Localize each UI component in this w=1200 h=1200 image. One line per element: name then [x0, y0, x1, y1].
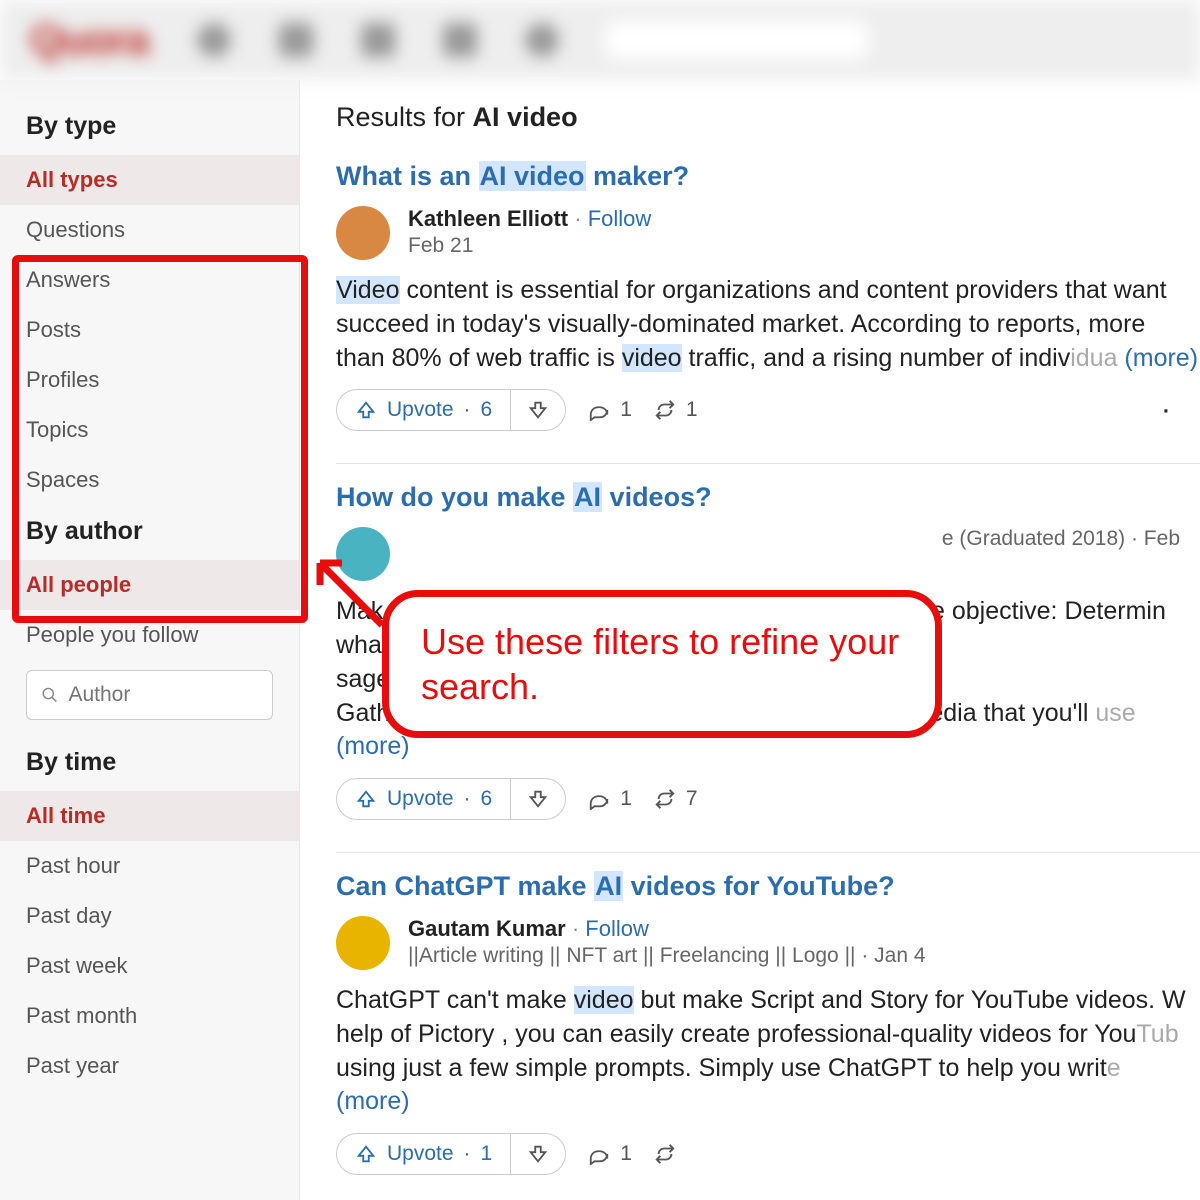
filter-type-questions[interactable]: Questions [0, 205, 299, 255]
author-link[interactable]: Gautam Kumar [408, 916, 566, 941]
downvote-button[interactable] [511, 391, 565, 429]
upvote-button[interactable]: Upvote · 6 [337, 779, 511, 819]
follow-link[interactable]: Follow [588, 206, 652, 231]
filter-author-all[interactable]: All people [0, 560, 299, 610]
share-button[interactable]: 1 [654, 398, 698, 422]
separator-dot: · [574, 206, 587, 231]
vote-pill: Upvote · 1 [336, 1133, 566, 1175]
vote-pill: Upvote · 6 [336, 389, 566, 431]
brand-logo: Quora [30, 16, 149, 64]
answer-snippet: Video content is essential for organizat… [336, 274, 1200, 375]
upvote-count: 1 [481, 1142, 493, 1166]
spaces-icon [443, 23, 477, 57]
global-search [607, 21, 867, 59]
result-title-link[interactable]: How do you make AI videos? [336, 482, 1200, 513]
upvote-button[interactable]: Upvote · 1 [337, 1134, 511, 1174]
filter-type-all[interactable]: All types [0, 155, 299, 205]
separator-dot: · [572, 916, 585, 941]
share-count: 1 [686, 398, 698, 422]
comments-button[interactable]: 1 [588, 398, 632, 422]
search-result: What is an AI video maker? Kathleen Elli… [336, 161, 1200, 431]
upvote-count: 6 [481, 398, 493, 422]
answer-snippet: Mak the objective: Determin wha sage you… [336, 595, 1200, 764]
share-count: 7 [686, 787, 698, 811]
filter-sidebar: By type All types Questions Answers Post… [0, 80, 300, 1200]
answer-snippet: ChatGPT can't make video but make Script… [336, 984, 1200, 1119]
author-search-input[interactable] [68, 683, 258, 707]
filter-heading-author: By author [0, 505, 299, 560]
filter-heading-time: By time [0, 736, 299, 791]
avatar[interactable] [336, 206, 390, 260]
comments-button[interactable]: 1 [588, 787, 632, 811]
avatar[interactable] [336, 916, 390, 970]
divider [336, 463, 1200, 464]
comment-icon [588, 788, 610, 810]
filter-time-day[interactable]: Past day [0, 891, 299, 941]
filter-time-all[interactable]: All time [0, 791, 299, 841]
comment-icon [588, 1143, 610, 1165]
search-result: How do you make AI videos? . e (Graduate… [336, 482, 1200, 820]
comments-button[interactable]: 1 [588, 1142, 632, 1166]
share-button[interactable] [654, 1143, 676, 1165]
share-button[interactable]: 7 [654, 787, 698, 811]
results-prefix: Results for [336, 102, 473, 132]
upvote-icon [355, 399, 377, 421]
filter-type-topics[interactable]: Topics [0, 405, 299, 455]
upvote-icon [355, 788, 377, 810]
results-query: AI video [473, 102, 578, 132]
divider [336, 852, 1200, 853]
comment-count: 1 [620, 1142, 632, 1166]
follow-link[interactable]: Follow [585, 916, 649, 941]
results-panel: Results for AI video What is an AI video… [300, 80, 1200, 1200]
notifications-icon [525, 23, 559, 57]
comment-count: 1 [620, 787, 632, 811]
filter-author-following[interactable]: People you follow [0, 610, 299, 660]
results-heading: Results for AI video [336, 102, 1200, 133]
filter-time-week[interactable]: Past week [0, 941, 299, 991]
comment-icon [588, 399, 610, 421]
result-title-link[interactable]: What is an AI video maker? [336, 161, 1200, 192]
downvote-icon [527, 1143, 549, 1165]
author-search-box[interactable] [26, 670, 273, 720]
upvote-count: 6 [481, 787, 493, 811]
share-icon [654, 788, 676, 810]
post-date: Feb 21 [408, 234, 651, 258]
filter-time-hour[interactable]: Past hour [0, 841, 299, 891]
downvote-button[interactable] [511, 780, 565, 818]
avatar[interactable] [336, 527, 390, 581]
search-result: Can ChatGPT make AI videos for YouTube? … [336, 871, 1200, 1175]
filter-time-year[interactable]: Past year [0, 1041, 299, 1091]
filter-type-answers[interactable]: Answers [0, 255, 299, 305]
filter-type-posts[interactable]: Posts [0, 305, 299, 355]
top-nav: Quora [0, 0, 1200, 80]
filter-type-spaces[interactable]: Spaces [0, 455, 299, 505]
filter-heading-type: By type [0, 100, 299, 155]
more-menu[interactable]: · [1163, 396, 1170, 424]
downvote-icon [527, 399, 549, 421]
filter-time-month[interactable]: Past month [0, 991, 299, 1041]
comment-count: 1 [620, 398, 632, 422]
vote-pill: Upvote · 6 [336, 778, 566, 820]
answer-icon [361, 23, 395, 57]
author-credential: e (Graduated 2018) · Feb [942, 527, 1180, 551]
filter-type-profiles[interactable]: Profiles [0, 355, 299, 405]
downvote-button[interactable] [511, 1135, 565, 1173]
downvote-icon [527, 788, 549, 810]
search-icon [41, 685, 58, 705]
upvote-button[interactable]: Upvote · 6 [337, 390, 511, 430]
share-icon [654, 1143, 676, 1165]
home-icon [197, 23, 231, 57]
more-link[interactable]: (more) [336, 732, 410, 760]
following-icon [279, 23, 313, 57]
result-title-link[interactable]: Can ChatGPT make AI videos for YouTube? [336, 871, 1200, 902]
more-link[interactable]: (more) [1124, 344, 1198, 372]
share-icon [654, 399, 676, 421]
author-credential: ||Article writing || NFT art || Freelanc… [408, 944, 926, 968]
author-link[interactable]: Kathleen Elliott [408, 206, 568, 231]
upvote-icon [355, 1143, 377, 1165]
more-link[interactable]: (more) [336, 1087, 410, 1115]
